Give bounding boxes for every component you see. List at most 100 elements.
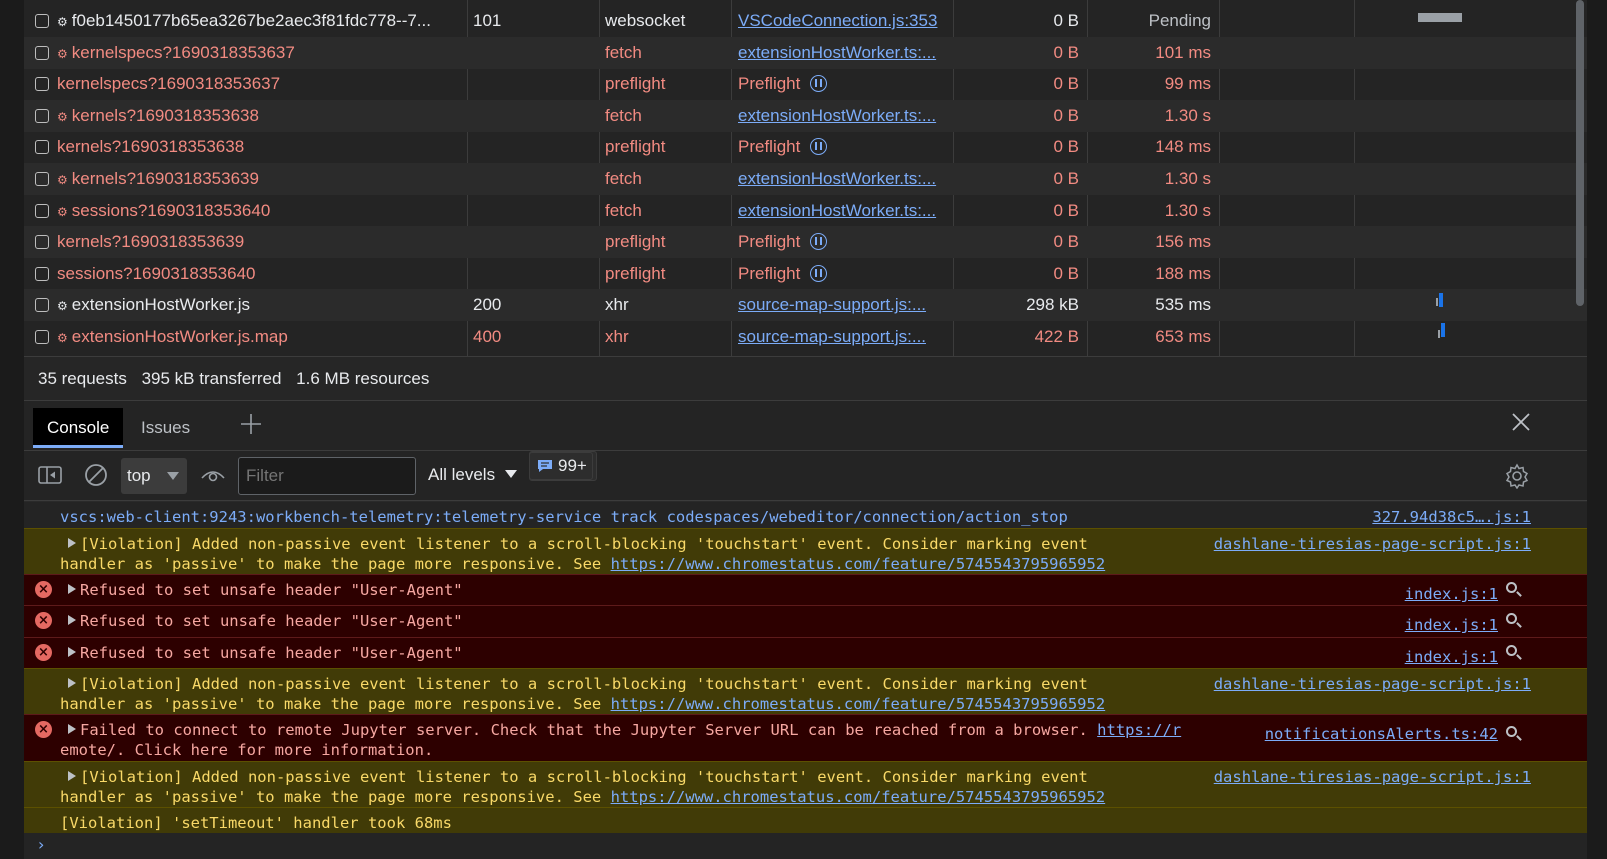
message-source-link[interactable]: index.js:1 [1405, 615, 1498, 635]
console-message-info[interactable]: vscs:web-client:9243:workbench-telemetry… [24, 501, 1587, 528]
row-checkbox[interactable] [35, 140, 49, 155]
initiator-link[interactable]: extensionHostWorker.ts:... [738, 106, 936, 125]
request-name-cell[interactable]: ⚙ kernels?1690318353638 [57, 100, 462, 132]
request-name-cell[interactable]: ⚙ sessions?1690318353640 [57, 195, 462, 227]
initiator-link[interactable]: VSCodeConnection.js:353 [738, 11, 937, 30]
expand-triangle-icon[interactable] [68, 584, 76, 594]
initiator-link[interactable]: extensionHostWorker.ts:... [738, 201, 936, 220]
console-prompt-icon[interactable]: › [38, 835, 44, 854]
initiator-link[interactable]: source-map-support.js:... [738, 295, 926, 314]
preflight-icon[interactable] [810, 233, 828, 251]
message-link[interactable]: https://www.chromestatus.com/feature/574… [611, 695, 1106, 713]
request-name-cell[interactable]: kernels?1690318353639 [57, 226, 462, 258]
request-name-cell[interactable]: ⚙ kernels?1690318353639 [57, 163, 462, 195]
message-source-link[interactable]: index.js:1 [1405, 647, 1498, 667]
message-source-link[interactable]: index.js:1 [1405, 584, 1498, 604]
tab-console[interactable]: Console [33, 408, 124, 448]
initiator-cell[interactable]: Preflight [738, 258, 948, 290]
plus-icon[interactable] [240, 413, 262, 435]
initiator-cell[interactable]: VSCodeConnection.js:353 [738, 5, 948, 37]
preflight-icon[interactable] [810, 264, 828, 282]
tab-issues[interactable]: Issues [127, 408, 204, 448]
row-checkbox[interactable] [35, 14, 49, 28]
network-request-row[interactable]: sessions?1690318353640 preflight Preflight… [24, 258, 1587, 290]
initiator-cell[interactable]: Preflight [738, 131, 948, 163]
issues-badge[interactable]: 99+ [529, 452, 593, 480]
search-icon[interactable] [1506, 582, 1517, 593]
message-source-link[interactable]: dashlane-tiresias-page-script.js:1 [1214, 674, 1531, 694]
row-checkbox[interactable] [35, 108, 49, 123]
network-request-row[interactable]: ⚙ kernels?1690318353639 fetch extensionHost… [24, 163, 1587, 195]
message-link[interactable]: https://www.chromestatus.com/feature/574… [611, 788, 1106, 806]
row-checkbox[interactable] [35, 330, 49, 344]
filter-input[interactable] [238, 457, 416, 495]
initiator-link[interactable]: source-map-support.js:... [738, 327, 926, 346]
row-checkbox[interactable] [35, 77, 49, 92]
network-request-row[interactable]: ⚙ kernelspecs?1690318353637 fetch extension… [24, 36, 1587, 69]
preflight-icon[interactable] [810, 75, 828, 93]
search-icon[interactable] [1506, 645, 1517, 656]
initiator-cell[interactable]: Preflight [738, 226, 948, 258]
initiator-cell[interactable]: source-map-support.js:... [738, 289, 948, 321]
initiator-cell[interactable]: Preflight [738, 68, 948, 100]
live-expression-eye-icon[interactable] [201, 465, 225, 485]
request-name-cell[interactable]: ⚙ kernelspecs?1690318353637 [57, 37, 462, 69]
network-request-row[interactable]: kernels?1690318353639 preflight Preflight 0… [24, 226, 1587, 259]
initiator-cell[interactable]: extensionHostWorker.ts:... [738, 195, 948, 227]
network-request-row[interactable]: ⚙ kernels?1690318353638 fetch extensionHost… [24, 99, 1587, 132]
initiator-cell[interactable]: extensionHostWorker.ts:... [738, 163, 948, 195]
preflight-icon[interactable] [810, 138, 828, 156]
console-message-warning[interactable]: [Violation] Added non-passive event list… [24, 668, 1587, 714]
message-source-link[interactable]: dashlane-tiresias-page-script.js:1 [1214, 767, 1531, 787]
request-name-cell[interactable]: ⚙ extensionHostWorker.js.map [57, 321, 462, 353]
expand-triangle-icon[interactable] [68, 647, 76, 657]
search-icon[interactable] [1506, 726, 1517, 737]
initiator-link[interactable]: extensionHostWorker.ts:... [738, 169, 936, 188]
message-source-link[interactable]: dashlane-tiresias-page-script.js:1 [1214, 534, 1531, 554]
initiator-cell[interactable]: extensionHostWorker.ts:... [738, 37, 948, 69]
initiator-link[interactable]: extensionHostWorker.ts:... [738, 43, 936, 62]
network-request-row[interactable]: ⚙ f0eb1450177b65ea3267be2aec3f81fdc778--7… [24, 5, 1587, 37]
request-name-cell[interactable]: ⚙ f0eb1450177b65ea3267be2aec3f81fdc778--7… [57, 5, 462, 37]
console-message-error[interactable]: × Refused to set unsafe header "User-Agen… [24, 605, 1587, 637]
sidebar-toggle-icon[interactable] [38, 465, 62, 485]
expand-triangle-icon[interactable] [68, 724, 76, 734]
console-message-warning[interactable]: [Violation] 'setTimeout' handler took 68… [24, 807, 1587, 833]
network-request-row[interactable]: ⚙ extensionHostWorker.js.map 400 xhr source-… [24, 321, 1587, 353]
network-request-row[interactable]: kernels?1690318353638 preflight Preflight 0… [24, 131, 1587, 163]
row-checkbox[interactable] [35, 266, 49, 281]
search-icon[interactable] [1506, 613, 1517, 624]
log-levels-dropdown[interactable]: All levels [428, 465, 517, 485]
row-checkbox[interactable] [35, 45, 49, 60]
row-checkbox[interactable] [35, 235, 49, 250]
expand-triangle-icon[interactable] [68, 538, 76, 548]
message-source-link[interactable]: notificationsAlerts.ts:42 [1265, 724, 1498, 744]
row-checkbox[interactable] [35, 298, 49, 313]
close-icon[interactable] [1510, 411, 1532, 433]
message-link[interactable]: https://r [1097, 721, 1181, 739]
network-scrollbar[interactable] [1576, 0, 1584, 306]
console-message-error[interactable]: × Failed to connect to remote Jupyter ser… [24, 714, 1587, 761]
network-request-row[interactable]: kernelspecs?1690318353637 preflight Prefli… [24, 68, 1587, 100]
gear-icon[interactable] [1504, 463, 1530, 490]
initiator-cell[interactable]: source-map-support.js:... [738, 321, 948, 353]
network-request-row[interactable]: ⚙ extensionHostWorker.js 200 xhr source-map-… [24, 289, 1587, 322]
message-source-link[interactable]: 327.94d38c5….js:1 [1372, 507, 1531, 527]
console-message-error[interactable]: × Refused to set unsafe header "User-Agen… [24, 637, 1587, 668]
row-checkbox[interactable] [35, 172, 49, 186]
expand-triangle-icon[interactable] [68, 771, 76, 781]
expand-triangle-icon[interactable] [68, 615, 76, 625]
expand-triangle-icon[interactable] [68, 678, 76, 688]
network-request-row[interactable]: ⚙ sessions?1690318353640 fetch extensionHos… [24, 195, 1587, 227]
request-name-cell[interactable]: kernels?1690318353638 [57, 131, 462, 163]
request-name-cell[interactable]: sessions?1690318353640 [57, 258, 462, 290]
request-name-cell[interactable]: kernelspecs?1690318353637 [57, 68, 462, 100]
request-name-cell[interactable]: ⚙ extensionHostWorker.js [57, 289, 462, 321]
initiator-cell[interactable]: extensionHostWorker.ts:... [738, 100, 948, 132]
console-message-warning[interactable]: [Violation] Added non-passive event list… [24, 528, 1587, 574]
message-link[interactable]: https://www.chromestatus.com/feature/574… [611, 555, 1106, 573]
row-checkbox[interactable] [35, 203, 49, 218]
context-selector[interactable]: top [121, 458, 187, 494]
clear-console-icon[interactable] [84, 463, 108, 487]
console-message-error[interactable]: × Refused to set unsafe header "User-Agen… [24, 574, 1587, 605]
